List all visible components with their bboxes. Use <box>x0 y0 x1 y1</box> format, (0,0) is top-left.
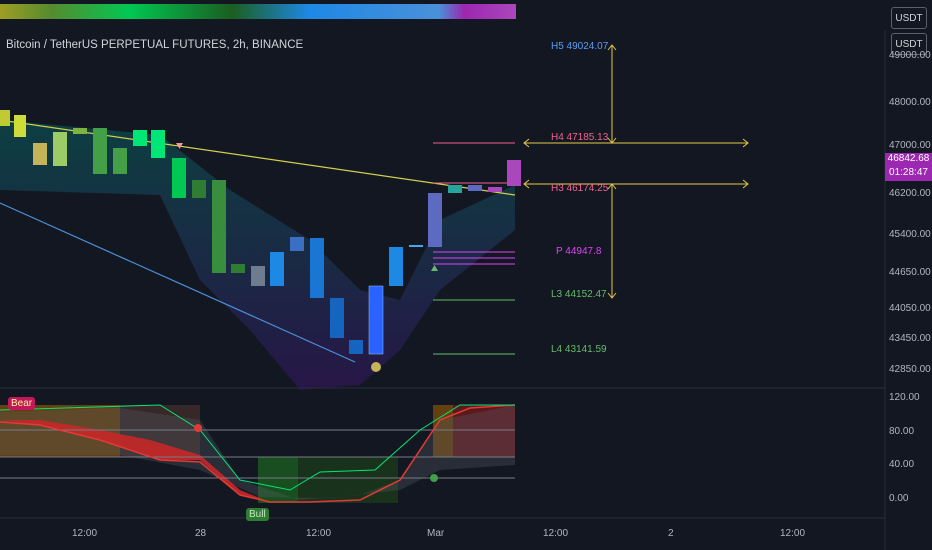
chart-title: Bitcoin / TetherUS PERPETUAL FUTURES, 2h… <box>6 39 304 51</box>
candle[interactable] <box>428 193 442 247</box>
price-tick: 47000.00 <box>889 140 931 151</box>
pivot-label-h5: H5 49024.07 <box>551 41 609 52</box>
candle[interactable] <box>251 266 265 286</box>
chart-canvas[interactable] <box>0 0 932 550</box>
price-tick: 49000.00 <box>889 50 931 61</box>
pivot-label-h3: H3 46174.25 <box>551 183 609 194</box>
price-tick: 42850.00 <box>889 364 931 375</box>
candle[interactable] <box>33 143 47 165</box>
pivot-label-l4: L4 43141.59 <box>551 344 607 355</box>
time-tick: 12:00 <box>543 528 569 539</box>
candle[interactable] <box>73 128 87 134</box>
pivot-label-p: P 44947.8 <box>556 246 602 257</box>
bear-badge: Bear <box>8 397 36 410</box>
time-tick: 12:00 <box>780 528 806 539</box>
candle[interactable] <box>14 115 26 137</box>
price-tick: 45400.00 <box>889 229 931 240</box>
candle[interactable] <box>310 238 324 298</box>
candle[interactable] <box>113 148 127 174</box>
pivot-label-h4: H4 47185.13 <box>551 132 609 143</box>
osc-tick: 0.00 <box>889 493 909 504</box>
candle[interactable] <box>270 252 284 286</box>
candle[interactable] <box>488 187 502 192</box>
time-tick: 12:00 <box>72 528 98 539</box>
time-tick: 12:00 <box>306 528 332 539</box>
candle[interactable] <box>330 298 344 338</box>
oscillator-pane[interactable] <box>0 404 516 503</box>
bull-badge: Bull <box>246 508 269 521</box>
candle[interactable] <box>231 264 245 273</box>
price-tick: 44650.00 <box>889 267 931 278</box>
candle[interactable] <box>349 340 363 354</box>
osc-tick: 80.00 <box>889 426 915 437</box>
price-tick: 46200.00 <box>889 188 931 199</box>
trend-strip <box>0 4 516 19</box>
time-tick: 28 <box>195 528 207 539</box>
candle[interactable] <box>93 128 107 174</box>
time-tick: Mar <box>427 528 445 539</box>
currency-button-top[interactable]: USDT <box>891 7 927 29</box>
countdown-tag: 01:28:47 <box>885 167 932 181</box>
candle[interactable] <box>389 247 403 286</box>
candle[interactable] <box>0 110 10 126</box>
price-tick: 44050.00 <box>889 303 931 314</box>
candle[interactable] <box>133 130 147 146</box>
signal-marker <box>371 362 381 372</box>
price-tick: 48000.00 <box>889 97 931 108</box>
candle[interactable] <box>468 185 482 191</box>
candle[interactable] <box>53 132 67 166</box>
candle[interactable] <box>448 185 462 193</box>
candle[interactable] <box>192 180 206 198</box>
candle[interactable] <box>368 285 384 355</box>
last-price-tag: 46842.68 <box>885 153 932 167</box>
time-tick: 2 <box>668 528 674 539</box>
candle[interactable] <box>172 158 186 198</box>
candle[interactable] <box>290 237 304 251</box>
candle[interactable] <box>507 160 521 186</box>
candle[interactable] <box>212 180 226 273</box>
pivot-label-l3: L3 44152.47 <box>551 289 607 300</box>
candle[interactable] <box>409 245 423 247</box>
osc-tick: 40.00 <box>889 459 915 470</box>
osc-tick: 120.00 <box>889 392 920 403</box>
price-tick: 43450.00 <box>889 333 931 344</box>
projection-arrows[interactable] <box>523 44 749 299</box>
cloud-band <box>0 120 515 390</box>
candle[interactable] <box>151 130 165 158</box>
